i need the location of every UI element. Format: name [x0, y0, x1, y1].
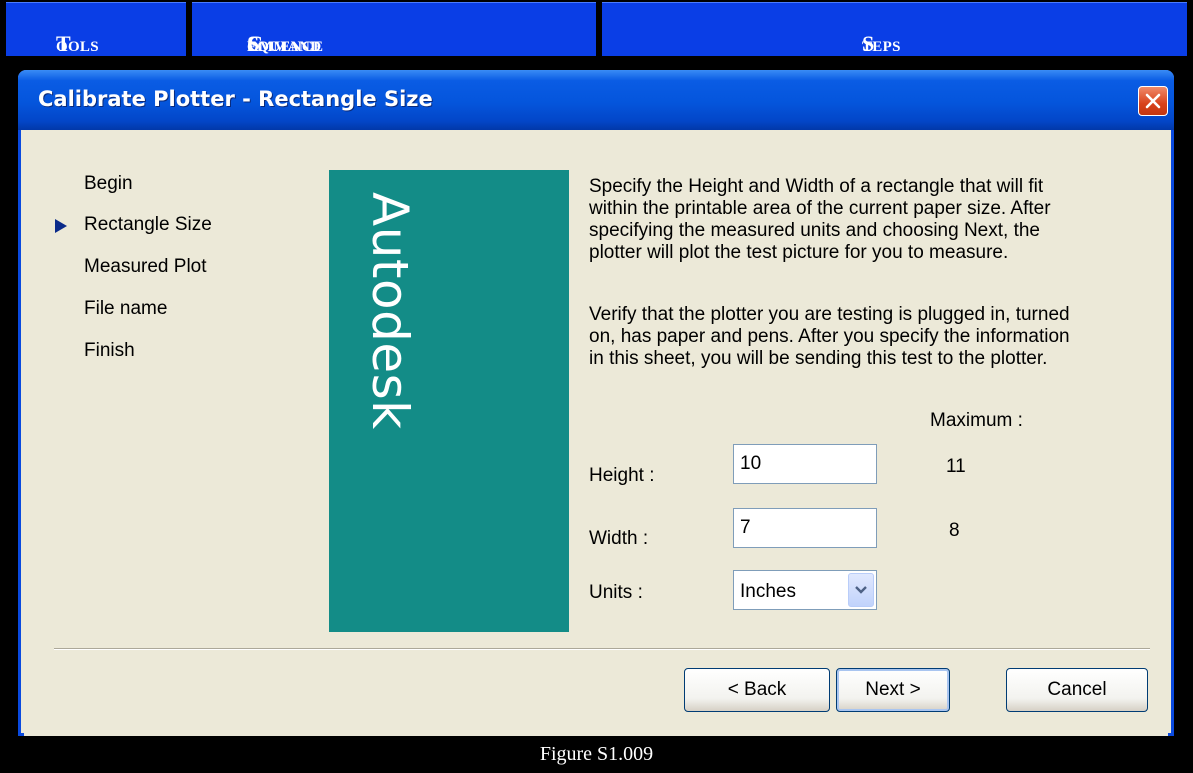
- instruction-line: on, has paper and pens. After you specif…: [589, 326, 1070, 347]
- width-input[interactable]: 7: [733, 508, 877, 548]
- separator-line: [54, 648, 1150, 650]
- height-maximum: 11: [946, 456, 966, 477]
- maximum-label: Maximum :: [930, 410, 1023, 431]
- instructions-paragraph-2: Verify that the plotter you are testing …: [589, 304, 1149, 370]
- step-file-name: File name: [84, 298, 168, 319]
- dialog-client-area: Begin Rectangle Size Measured Plot File …: [24, 130, 1168, 736]
- units-value: Inches: [740, 581, 796, 602]
- step-begin: Begin: [84, 173, 133, 194]
- units-select[interactable]: Inches: [733, 570, 877, 610]
- step-finish: Finish: [84, 340, 135, 361]
- figure-caption: Figure S1.009: [539, 743, 654, 765]
- chevron-down-icon: [855, 586, 867, 594]
- instruction-line: Verify that the plotter you are testing …: [589, 304, 1070, 325]
- instructions-paragraph-1: Specify the Height and Width of a rectan…: [589, 176, 1149, 264]
- width-label: Width :: [589, 528, 649, 549]
- instruction-line: Specify the Height and Width of a rectan…: [589, 176, 1044, 197]
- calibrate-plotter-dialog: Calibrate Plotter - Rectangle Size Begin…: [18, 70, 1174, 736]
- next-button[interactable]: Next >: [836, 668, 950, 712]
- back-button[interactable]: < Back: [684, 668, 830, 712]
- top-nav-bar: Tools Command Sequence Steps: [0, 0, 1193, 58]
- width-maximum: 8: [949, 520, 960, 541]
- current-step-arrow-icon: [55, 219, 67, 233]
- nav-command-sequence-cell[interactable]: Command Sequence: [192, 2, 596, 56]
- nav-steps-cell[interactable]: Steps: [602, 2, 1187, 56]
- step-measured-plot: Measured Plot: [84, 256, 207, 277]
- instruction-line: specifying the measured units and choosi…: [589, 220, 1040, 241]
- close-icon: [1145, 93, 1161, 109]
- instruction-line: in this sheet, you will be sending this …: [589, 348, 1048, 369]
- units-dropdown-button[interactable]: [848, 573, 874, 607]
- height-label: Height :: [589, 465, 655, 486]
- close-button[interactable]: [1138, 86, 1168, 116]
- height-value: 10: [740, 453, 762, 474]
- step-rectangle-size: Rectangle Size: [84, 214, 212, 235]
- title-bar[interactable]: Calibrate Plotter - Rectangle Size: [18, 70, 1174, 130]
- autodesk-banner: Autodesk: [329, 170, 569, 632]
- instruction-line: plotter will plot the test picture for y…: [589, 242, 1009, 263]
- width-value: 7: [740, 517, 751, 538]
- height-input[interactable]: 10: [733, 444, 877, 484]
- cancel-button[interactable]: Cancel: [1006, 668, 1148, 712]
- units-label: Units :: [589, 582, 643, 603]
- instruction-line: within the printable area of the current…: [589, 198, 1051, 219]
- nav-tools-cell[interactable]: Tools: [6, 2, 186, 56]
- autodesk-logo: Autodesk: [361, 192, 419, 430]
- window-title: Calibrate Plotter - Rectangle Size: [38, 87, 433, 111]
